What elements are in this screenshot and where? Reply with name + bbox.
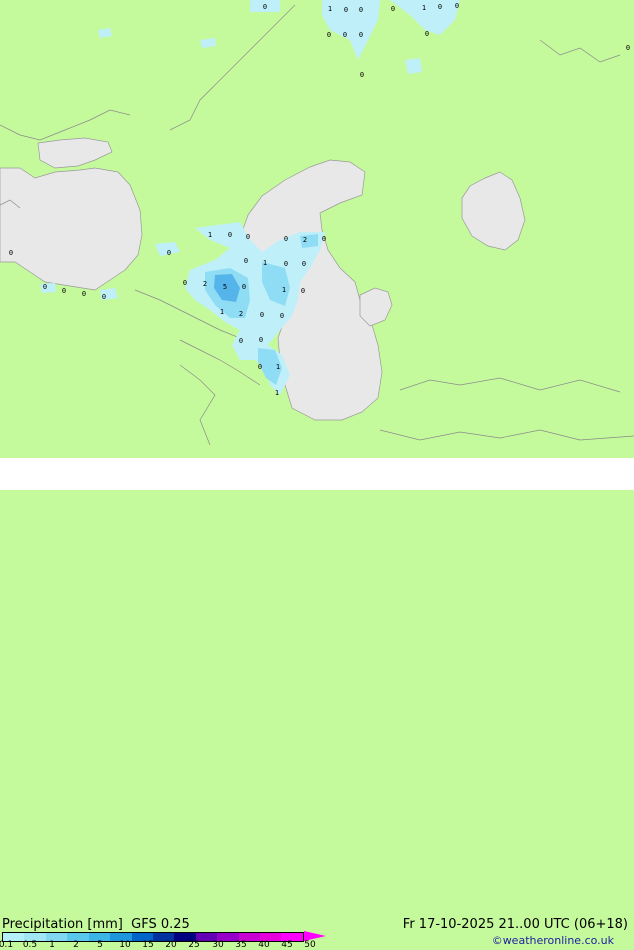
precip-label-19: 0	[322, 235, 326, 243]
precip-label-11: 0	[425, 30, 429, 38]
precip-label-7: 0	[455, 2, 459, 10]
precipitation-map: 0 1 0 0 0 1 0 0 0 0 0 0 0 0 1 0 0 0 2 0 0 0 0 1 0 0 0 2 5 0 0 0 0 0 1 0 1 2 0 0…	[0, 0, 634, 458]
precip-label-3: 0	[359, 6, 363, 14]
precip-label-22: 0	[244, 257, 248, 265]
precip-label-24: 0	[284, 260, 288, 268]
precip-label-14: 1	[208, 231, 212, 239]
precip-label-18: 2	[303, 236, 307, 244]
legend-tick-label: 15	[142, 940, 154, 950]
legend-tick-label: 50	[304, 940, 316, 950]
precip-label-33: 0	[102, 293, 106, 301]
precip-label-9: 0	[343, 31, 347, 39]
precip-label-37: 2	[239, 310, 243, 318]
precip-label-15: 0	[228, 231, 232, 239]
credit-link[interactable]: ©weatheronline.co.uk	[492, 934, 614, 947]
precip-label-1: 1	[328, 5, 332, 13]
precip-label-27: 2	[203, 280, 207, 288]
precip-label-39: 0	[280, 312, 284, 320]
precip-label-32: 0	[82, 290, 86, 298]
precip-label-2: 0	[344, 6, 348, 14]
precip-label-8: 0	[327, 31, 331, 39]
precip-label-20: 0	[9, 249, 13, 257]
precip-label-30: 0	[43, 283, 47, 291]
precip-label-36: 1	[220, 308, 224, 316]
legend-tick-label: 30	[212, 940, 224, 950]
precip-label-25: 0	[302, 260, 306, 268]
precip-label-16: 0	[246, 233, 250, 241]
legend-tick-label: 0.5	[22, 940, 38, 950]
precip-label-40: 0	[239, 337, 243, 345]
footer-bar: Precipitation [mm] GFS 0.25 Fr 17-10-202…	[0, 458, 634, 950]
precip-label-26: 0	[183, 279, 187, 287]
precip-label-35: 0	[301, 287, 305, 295]
precip-label-6: 0	[438, 3, 442, 11]
precip-label-38: 0	[260, 311, 264, 319]
legend-tick-label: 35	[235, 940, 247, 950]
legend-tick-label: 40	[258, 940, 270, 950]
precip-label-31: 0	[62, 287, 66, 295]
precip-label-4: 0	[391, 5, 395, 13]
legend-tick-label: 25	[188, 940, 200, 950]
precip-label-0: 0	[263, 3, 267, 11]
legend-ticks: 0.1 0.5 1 2 5 10 15 20 25 30 35 40 45 50	[0, 940, 330, 950]
precip-label-29: 0	[242, 283, 246, 291]
precip-label-28: 5	[223, 283, 227, 291]
precip-label-34: 1	[282, 286, 286, 294]
map-title: Precipitation [mm] GFS 0.25	[2, 917, 190, 932]
precip-label-17: 0	[284, 235, 288, 243]
legend-tick-label: 2	[73, 940, 79, 950]
legend-tick-label: 1	[49, 940, 55, 950]
precip-label-43: 1	[276, 363, 280, 371]
legend-tick-label: 0.1	[0, 940, 14, 950]
precip-label-5: 1	[422, 4, 426, 12]
legend-tick-label: 5	[97, 940, 103, 950]
precip-label-23: 1	[263, 259, 267, 267]
precip-label-10: 0	[359, 31, 363, 39]
legend-tick-label: 10	[119, 940, 131, 950]
valid-time: Fr 17-10-2025 21..00 UTC (06+18)	[402, 917, 628, 932]
precip-label-41: 0	[259, 336, 263, 344]
precip-label-44: 1	[275, 389, 279, 397]
precip-label-12: 0	[626, 44, 630, 52]
precip-label-42: 0	[258, 363, 262, 371]
legend-tick-label: 20	[165, 940, 177, 950]
precip-label-21: 0	[167, 249, 171, 257]
legend-tick-label: 45	[281, 940, 293, 950]
precip-label-13: 0	[360, 71, 364, 79]
